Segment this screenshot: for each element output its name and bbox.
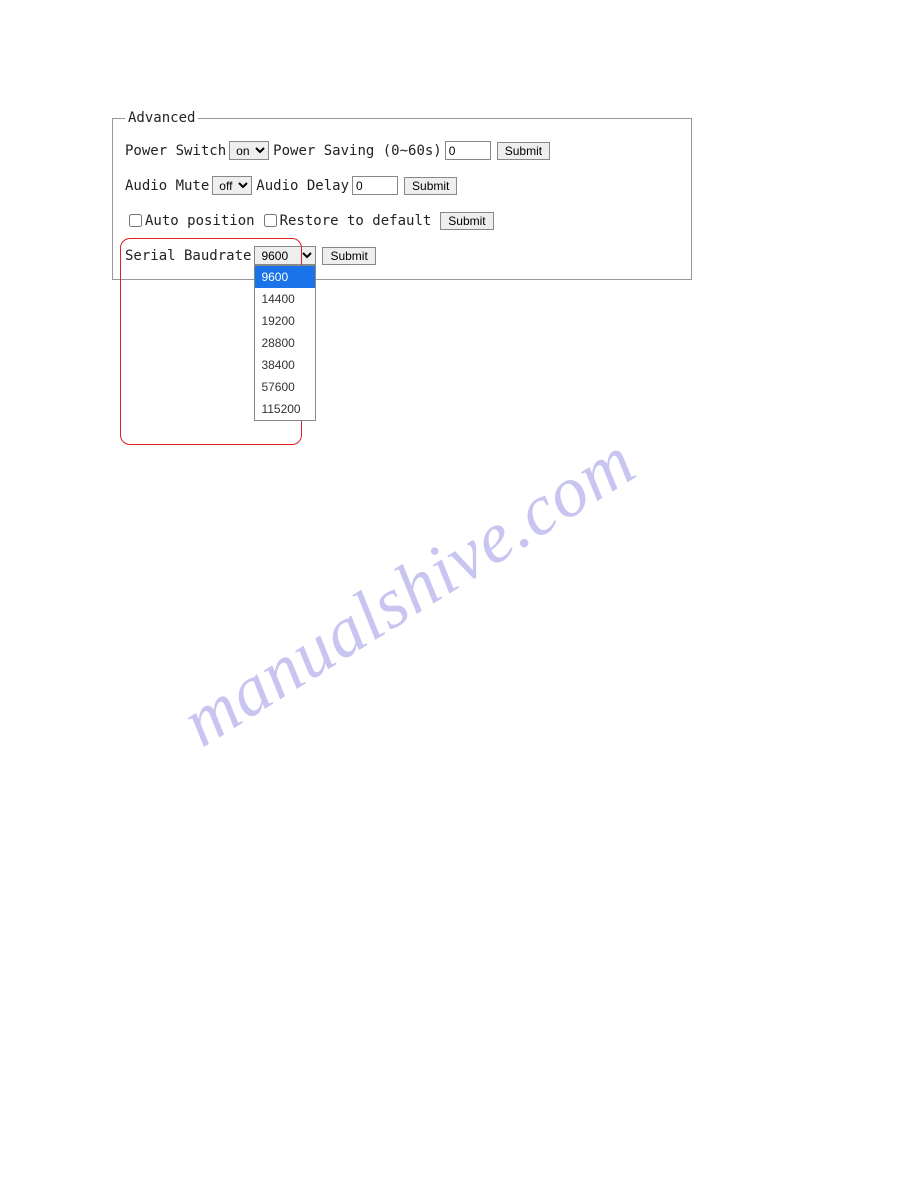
audio-mute-label: Audio Mute [125,178,209,194]
row-audio: Audio Mute off Audio Delay Submit [125,176,679,195]
serial-baudrate-label: Serial Baudrate [125,248,251,264]
power-switch-select[interactable]: on [229,141,269,160]
submit-button-row3[interactable]: Submit [440,212,493,230]
row-power: Power Switch on Power Saving (0~60s) Sub… [125,141,679,160]
baudrate-option[interactable]: 115200 [255,398,315,420]
submit-button-row1[interactable]: Submit [497,142,550,160]
row-checkboxes: Auto position Restore to default Submit [125,211,679,230]
power-saving-input[interactable] [445,141,491,160]
audio-delay-input[interactable] [352,176,398,195]
baudrate-option[interactable]: 57600 [255,376,315,398]
serial-baudrate-select[interactable]: 9600 [254,246,316,265]
submit-button-row4[interactable]: Submit [322,247,375,265]
power-switch-label: Power Switch [125,143,226,159]
audio-delay-label: Audio Delay [256,178,349,194]
baudrate-dropdown-list: 9600 14400 19200 28800 38400 57600 11520… [254,265,316,421]
audio-mute-select[interactable]: off [212,176,252,195]
baudrate-option[interactable]: 14400 [255,288,315,310]
power-saving-label: Power Saving (0~60s) [273,143,442,159]
auto-position-label: Auto position [145,213,255,229]
advanced-fieldset: Advanced Power Switch on Power Saving (0… [112,110,692,280]
watermark-text: manualshive.com [167,419,649,763]
baudrate-option[interactable]: 38400 [255,354,315,376]
fieldset-legend: Advanced [125,110,198,126]
restore-default-label: Restore to default [280,213,432,229]
submit-button-row2[interactable]: Submit [404,177,457,195]
baudrate-option[interactable]: 28800 [255,332,315,354]
baudrate-option[interactable]: 9600 [255,266,315,288]
baudrate-option[interactable]: 19200 [255,310,315,332]
row-baudrate: Serial Baudrate 9600 9600 14400 19200 28… [125,246,679,265]
auto-position-checkbox[interactable] [129,214,142,227]
restore-default-checkbox[interactable] [264,214,277,227]
